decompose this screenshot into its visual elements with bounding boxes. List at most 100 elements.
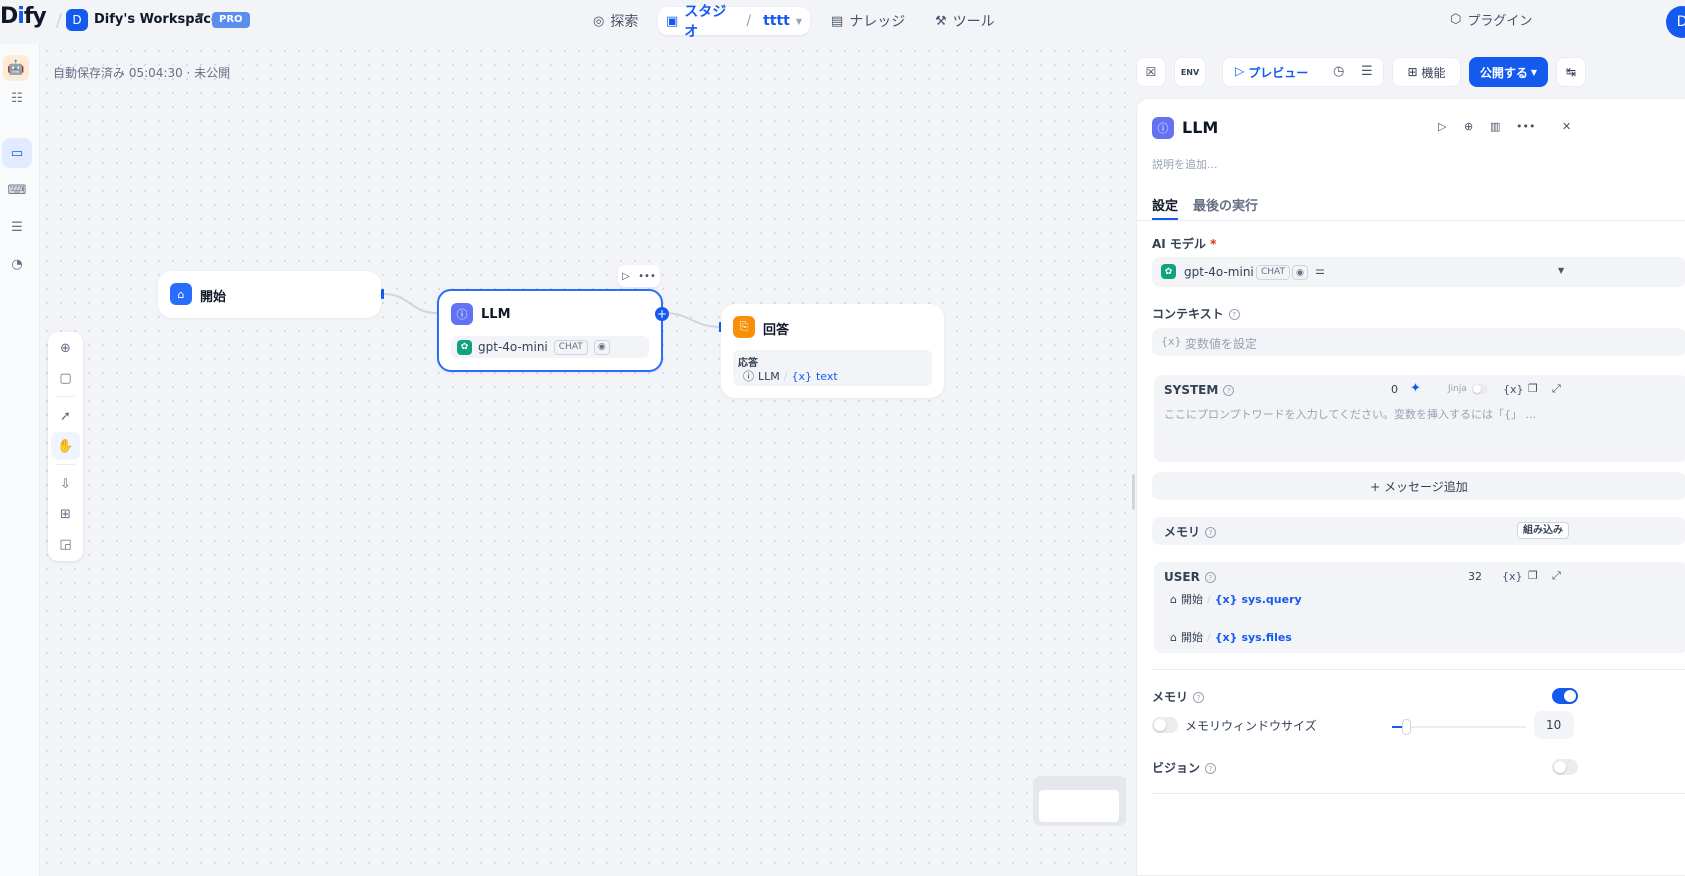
run-icon[interactable]: ▷ bbox=[622, 271, 630, 282]
user-prompt-editor[interactable]: USER? 32 {x} ❐ ⤢ ⌂ 開始 / {x} sys.query ⌂ … bbox=[1154, 562, 1685, 653]
context-label: コンテキスト? bbox=[1152, 305, 1240, 322]
variable-icon: {x} bbox=[791, 369, 812, 383]
user-ref-files[interactable]: ⌂ 開始 / {x} sys.files bbox=[1170, 629, 1292, 645]
minimap-viewport bbox=[1039, 790, 1119, 822]
start-node[interactable]: ⌂ 開始 bbox=[158, 271, 381, 318]
more-icon[interactable]: ••• bbox=[1516, 120, 1535, 133]
history-icon[interactable]: ◷ bbox=[1333, 64, 1344, 79]
answer-node-title: 回答 bbox=[763, 323, 790, 338]
run-icon[interactable]: ▷ bbox=[1438, 120, 1446, 133]
memory-label-text: メモリ bbox=[1152, 690, 1189, 704]
user-role-label: USER? bbox=[1164, 570, 1216, 584]
help-icon: ? bbox=[1204, 572, 1216, 583]
checklist-icon[interactable]: ☰ bbox=[1361, 64, 1373, 79]
memory-toggle[interactable] bbox=[1552, 688, 1578, 704]
ai-model-label: AI モデル * bbox=[1152, 235, 1216, 252]
slider-thumb[interactable] bbox=[1402, 719, 1411, 735]
user-ref-query[interactable]: ⌂ 開始 / {x} sys.query bbox=[1170, 591, 1302, 607]
chevron-down-icon[interactable]: ▼ bbox=[1558, 266, 1564, 275]
description-input[interactable]: 説明を追加... bbox=[1152, 156, 1218, 172]
user-role-text: USER bbox=[1164, 570, 1200, 584]
section-divider bbox=[1152, 793, 1685, 794]
plugins-button[interactable]: ⬡ プラグイン bbox=[1450, 10, 1532, 29]
ref-var-label: sys.files bbox=[1241, 630, 1292, 644]
copy-icon[interactable]: ❐ bbox=[1528, 382, 1538, 395]
answer-icon: ⎘ bbox=[733, 316, 755, 338]
model-selector[interactable]: ✿ gpt-4o-mini CHAT ◉ ⚌ ▼ bbox=[1152, 257, 1685, 287]
minimap-toggle-icon[interactable]: ◲ bbox=[51, 530, 80, 558]
tab-last-run[interactable]: 最後の実行 bbox=[1193, 195, 1258, 214]
env-button[interactable]: ENV bbox=[1174, 57, 1206, 87]
checklist-icon[interactable]: ☒ bbox=[1136, 57, 1166, 87]
panel-resize-handle[interactable] bbox=[1132, 474, 1135, 510]
system-prompt-editor[interactable]: SYSTEM? 0 ✦ Jinja {x} ❐ ⤢ ここにプロンプトワードを入力… bbox=[1154, 375, 1685, 462]
add-note-icon[interactable]: ▢ bbox=[51, 364, 80, 392]
insert-variable-icon[interactable]: {x} bbox=[1503, 383, 1524, 396]
context-label-text: コンテキスト bbox=[1152, 307, 1224, 321]
toolbar-divider bbox=[56, 396, 75, 397]
add-next-node-button[interactable]: + bbox=[655, 307, 669, 321]
minimap[interactable] bbox=[1033, 776, 1126, 826]
llm-node-model: ✿ gpt-4o-mini CHAT ◉ bbox=[451, 336, 649, 358]
grid-icon: ⊞ bbox=[1407, 65, 1418, 79]
ref-separator: / bbox=[783, 369, 788, 383]
features-button[interactable]: ⊞ 機能 bbox=[1392, 57, 1461, 87]
edge-llm-answer bbox=[662, 312, 722, 328]
ai-model-label-text: AI モデル bbox=[1152, 237, 1206, 251]
ref-var-label: sys.query bbox=[1241, 592, 1302, 606]
openai-icon: ✿ bbox=[1161, 264, 1176, 279]
memory-row: メモリ? 組み込み bbox=[1152, 517, 1685, 545]
edge-layer bbox=[383, 293, 722, 328]
publish-label: 公開する bbox=[1479, 65, 1528, 80]
start-node-output-port[interactable] bbox=[381, 289, 384, 299]
llm-icon: ⓘ bbox=[1152, 117, 1174, 139]
add-message-button[interactable]: + メッセージ追加 bbox=[1152, 472, 1685, 500]
llm-node[interactable]: ⓘ LLM ✿ gpt-4o-mini CHAT ◉ bbox=[437, 289, 663, 372]
target-icon[interactable]: ⊕ bbox=[1464, 120, 1473, 133]
expand-icon[interactable]: ⤢ bbox=[1552, 382, 1561, 396]
memory-window-toggle[interactable] bbox=[1152, 717, 1178, 733]
hand-icon[interactable]: ✋ bbox=[51, 432, 80, 460]
home-icon: ⌂ bbox=[1170, 630, 1177, 644]
settings-sliders-icon[interactable]: ⚌ bbox=[1315, 264, 1325, 277]
publish-button[interactable]: 公開する ▼ bbox=[1469, 57, 1548, 87]
more-tools-icon[interactable]: ↹ bbox=[1556, 57, 1586, 87]
sparkle-icon[interactable]: ✦ bbox=[1410, 381, 1421, 396]
preview-group: ▷ プレビュー ◷ ☰ bbox=[1222, 57, 1384, 87]
llm-icon: ⓘ bbox=[743, 370, 754, 383]
memory-window-slider[interactable] bbox=[1392, 719, 1526, 735]
user-avatar[interactable]: D bbox=[1666, 6, 1685, 38]
close-icon[interactable]: ✕ bbox=[1562, 120, 1571, 133]
more-icon[interactable]: ••• bbox=[638, 271, 656, 282]
answer-ref-node: LLM bbox=[758, 369, 780, 383]
preview-button[interactable]: ▷ プレビュー bbox=[1235, 64, 1308, 81]
variable-icon: {x} bbox=[1214, 592, 1238, 606]
answer-node[interactable]: ⎘ 回答 応答 ⓘ LLM / {x} text bbox=[721, 304, 944, 398]
ref-separator: / bbox=[1206, 592, 1211, 606]
pointer-icon[interactable]: ➚ bbox=[51, 402, 80, 430]
features-label: 機能 bbox=[1421, 65, 1446, 80]
tab-settings[interactable]: 設定 bbox=[1152, 195, 1178, 214]
add-node-icon[interactable]: ⊕ bbox=[51, 334, 80, 362]
insert-variable-icon[interactable]: {x} bbox=[1502, 570, 1523, 583]
jinja-toggle[interactable] bbox=[1472, 384, 1488, 394]
cube-icon: ⬡ bbox=[1450, 12, 1462, 27]
copy-icon[interactable]: ❐ bbox=[1528, 569, 1538, 582]
answer-label: 応答 bbox=[738, 358, 758, 369]
vision-label-text: ビジョン bbox=[1152, 761, 1201, 775]
openai-icon: ✿ bbox=[457, 339, 472, 355]
vision-toggle[interactable] bbox=[1552, 759, 1578, 775]
expand-icon[interactable]: ⤢ bbox=[1552, 569, 1561, 583]
context-variable-input[interactable]: {x} 変数値を設定 bbox=[1152, 328, 1685, 356]
add-message-text: メッセージ追加 bbox=[1384, 480, 1468, 494]
section-divider bbox=[1152, 669, 1685, 670]
builtin-badge[interactable]: 組み込み bbox=[1517, 522, 1569, 539]
panel-title[interactable]: LLM bbox=[1182, 118, 1218, 137]
book-open-icon[interactable]: ▥ bbox=[1490, 120, 1500, 133]
export-image-icon[interactable]: ⇩ bbox=[51, 470, 80, 498]
system-prompt-placeholder: ここにプロンプトワードを入力してください。変数を挿入するには「{」 ... bbox=[1164, 408, 1536, 421]
tab-divider bbox=[1137, 220, 1685, 221]
memory-window-input[interactable]: 10 bbox=[1534, 711, 1574, 739]
organize-nodes-icon[interactable]: ⊞ bbox=[51, 500, 80, 528]
user-token-count: 32 bbox=[1468, 570, 1482, 583]
